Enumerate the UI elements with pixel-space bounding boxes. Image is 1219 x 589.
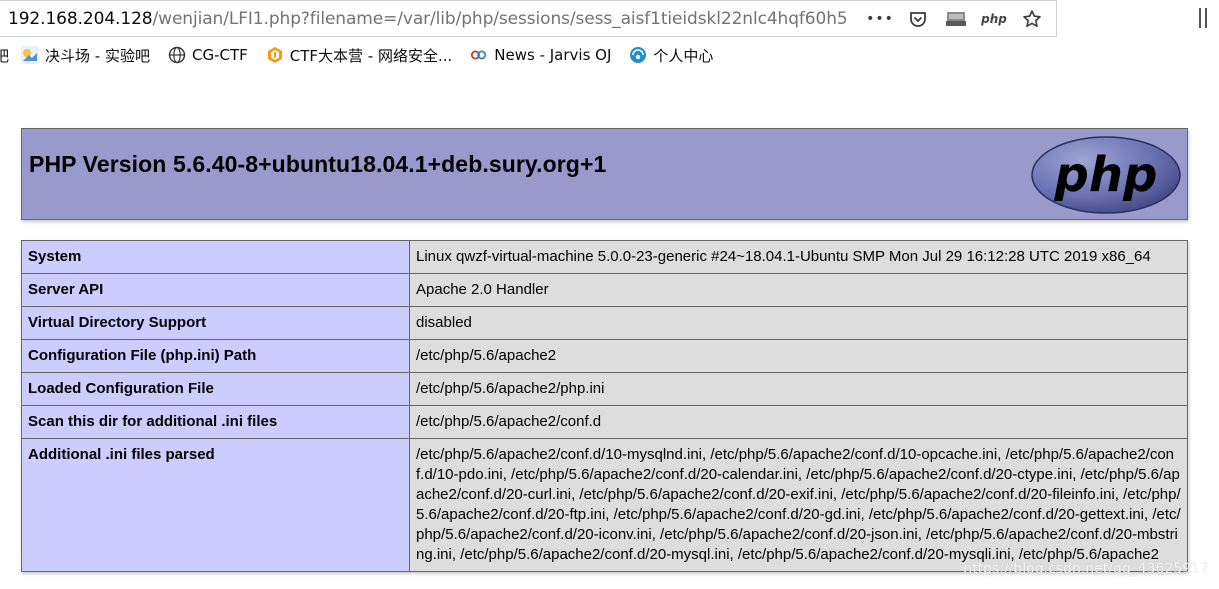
info-value: Linux qwzf-virtual-machine 5.0.0-23-gene… [409,240,1188,274]
info-value: /etc/php/5.6/apache2/conf.d/10-mysqlnd.i… [409,438,1188,572]
table-row: Server API Apache 2.0 Handler [21,273,1188,307]
table-row: Scan this dir for additional .ini files … [21,405,1188,439]
star-icon[interactable] [1020,7,1044,31]
pocket-icon[interactable] [906,7,930,31]
globe-icon [168,46,186,64]
info-value: disabled [409,306,1188,340]
bookmarks-toolbar: 吧 决斗场 - 实验吧 CG-CTF CTF大本营 - 网络安全... News… [0,40,1219,70]
php-extension-icon[interactable]: php [981,7,1007,31]
watermark: https://blog.csdn.net/qq_43625917 [963,561,1209,577]
url-host: 192.168.204.128 [8,9,153,29]
address-bar-actions: ••• php [866,7,1044,31]
bookmark-juedou[interactable]: 决斗场 - 实验吧 [21,45,150,66]
phpinfo-header: PHP Version 5.6.40-8+ubuntu18.04.1+deb.s… [21,128,1188,220]
bookmark-label: 个人中心 [653,46,714,65]
bookmark-label: 决斗场 - 实验吧 [45,46,150,65]
table-row: Additional .ini files parsed /etc/php/5.… [21,438,1188,572]
library-icon[interactable] [1196,8,1216,28]
table-row: System Linux qwzf-virtual-machine 5.0.0-… [21,240,1188,274]
info-key: Configuration File (php.ini) Path [21,339,410,373]
screenshot-icon[interactable] [944,7,968,31]
table-row: Configuration File (php.ini) Path /etc/p… [21,339,1188,373]
phpinfo-table: System Linux qwzf-virtual-machine 5.0.0-… [21,240,1188,572]
info-value: /etc/php/5.6/apache2/php.ini [409,372,1188,406]
info-key: System [21,240,410,274]
info-value: Apache 2.0 Handler [409,273,1188,307]
php-logo[interactable]: php [1030,135,1182,215]
more-actions-icon[interactable]: ••• [866,7,894,31]
url-text[interactable]: 192.168.204.128/wenjian/LFI1.php?filenam… [8,9,848,29]
user-center-icon [629,46,647,64]
info-value: /etc/php/5.6/apache2/conf.d [409,405,1188,439]
info-key: Loaded Configuration File [21,372,410,406]
bookmark-ctf-dabenying[interactable]: CTF大本营 - 网络安全... [266,45,453,66]
more-actions-label: ••• [866,11,894,27]
juedou-icon [21,46,40,64]
bookmark-user-center[interactable]: 个人中心 [629,45,713,66]
bookmark-cut-label[interactable]: 吧 [0,45,9,66]
info-key: Additional .ini files parsed [21,438,410,572]
jarvis-icon [470,46,488,64]
info-key: Scan this dir for additional .ini files [21,405,410,439]
bookmark-cg-ctf[interactable]: CG-CTF [168,46,248,64]
ctf-icon [266,46,284,64]
bookmark-label: News - Jarvis OJ [494,46,612,64]
url-path: /wenjian/LFI1.php?filename=/var/lib/php/… [152,9,848,29]
php-version-title: PHP Version 5.6.40-8+ubuntu18.04.1+deb.s… [29,151,607,177]
table-row: Virtual Directory Support disabled [21,306,1188,340]
info-value: /etc/php/5.6/apache2 [409,339,1188,373]
bookmark-jarvis-oj[interactable]: News - Jarvis OJ [470,46,611,64]
table-row: Loaded Configuration File /etc/php/5.6/a… [21,372,1188,406]
address-bar[interactable]: 192.168.204.128/wenjian/LFI1.php?filenam… [0,0,1057,37]
php-logo-text: php [1054,147,1158,203]
info-key: Server API [21,273,410,307]
bookmark-label: CG-CTF [191,46,248,64]
php-extension-label: php [981,12,1007,26]
info-key: Virtual Directory Support [21,306,410,340]
bookmark-label: CTF大本营 - 网络安全... [289,46,453,65]
